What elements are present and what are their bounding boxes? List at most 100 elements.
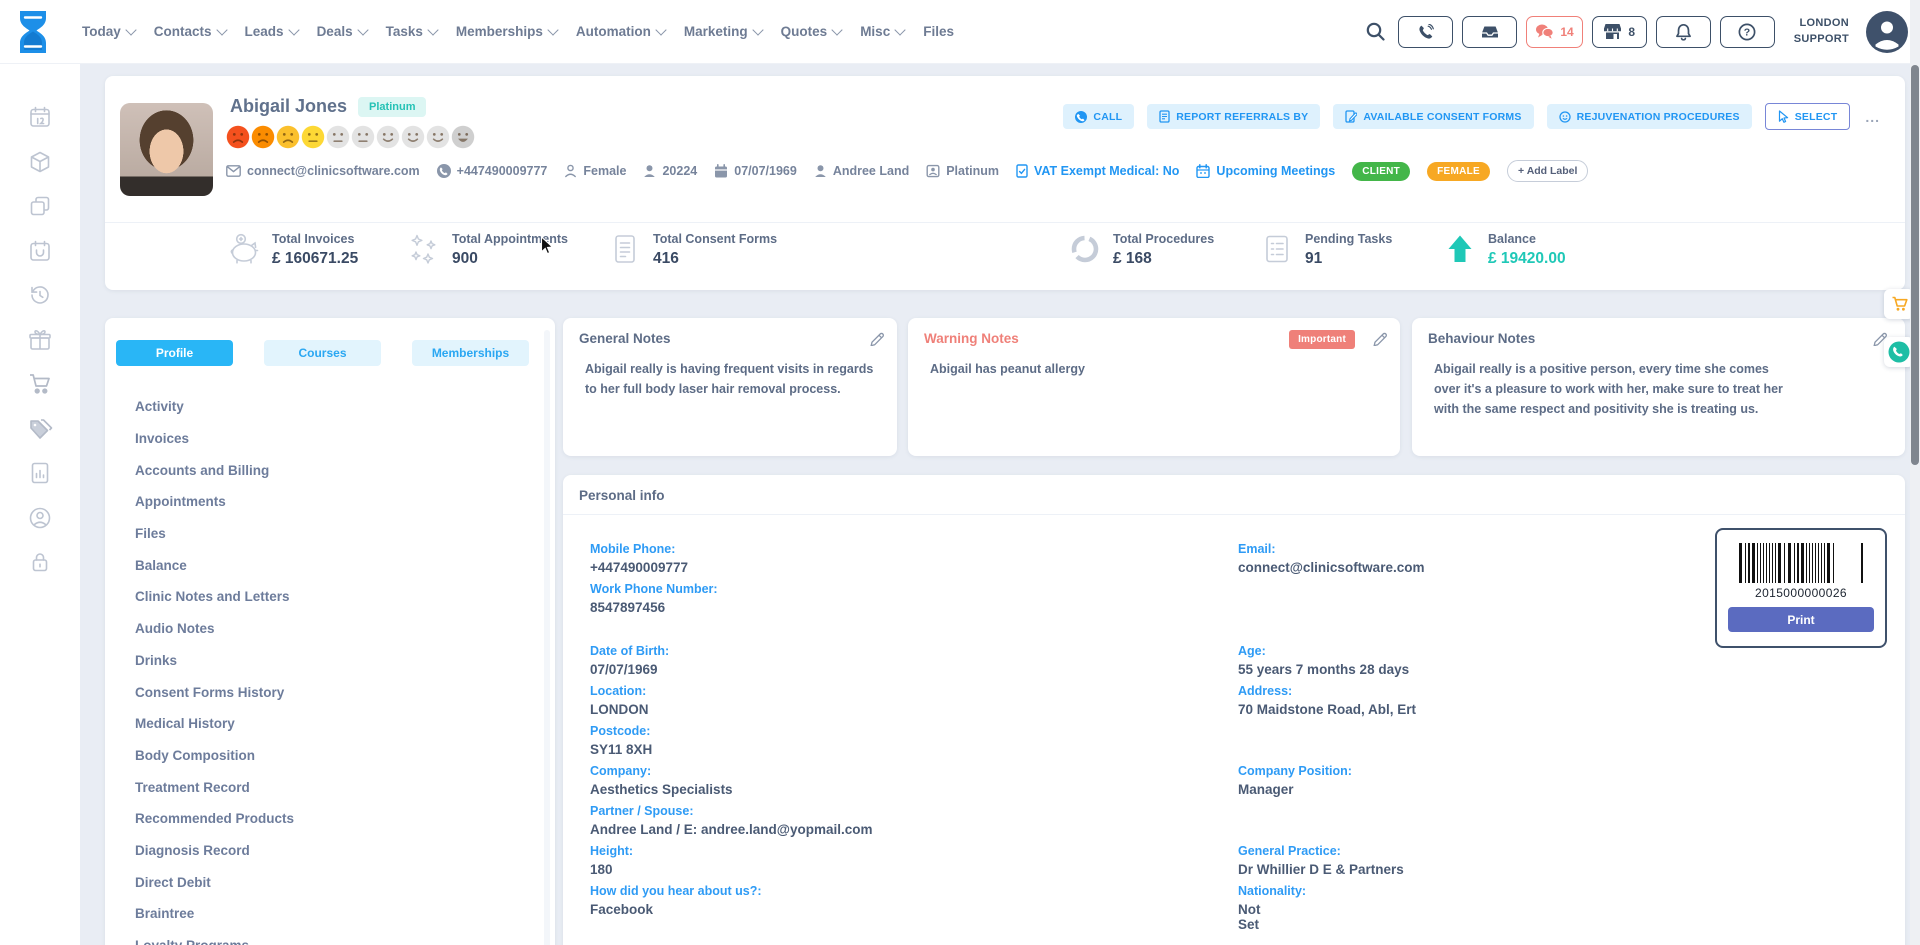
chevron-down-icon <box>288 24 299 35</box>
menu-item-drinks[interactable]: Drinks <box>105 645 555 677</box>
mood-face-icon[interactable] <box>451 125 475 149</box>
client-email[interactable]: connect@clinicsoftware.com <box>226 164 420 178</box>
behaviour-notes-card: Behaviour Notes Abigail really is a posi… <box>1412 318 1905 456</box>
select-button[interactable]: SELECT <box>1765 103 1851 130</box>
menu-item-balance[interactable]: Balance <box>105 549 555 581</box>
menu-item-diagnosis-record[interactable]: Diagnosis Record <box>105 835 555 867</box>
stat-total-consent-forms: Total Consent Forms416 <box>608 232 777 268</box>
rail-booking-icon[interactable] <box>0 229 80 274</box>
panel-scrollbar[interactable] <box>544 330 550 945</box>
person-icon <box>814 164 827 178</box>
menu-contacts[interactable]: Contacts <box>154 24 226 39</box>
rail-cart-icon[interactable] <box>0 362 80 407</box>
client-actions: CALL REPORT REFERRALS BY AVAILABLE CONSE… <box>1063 103 1880 130</box>
rail-lock-icon[interactable] <box>0 540 80 585</box>
menu-marketing[interactable]: Marketing <box>684 24 762 39</box>
rail-gift-icon[interactable] <box>0 318 80 363</box>
call-button[interactable]: CALL <box>1063 104 1134 129</box>
client-partner[interactable]: Andree Land <box>814 164 909 178</box>
menu-item-body-composition[interactable]: Body Composition <box>105 740 555 772</box>
menu-item-consent-forms-history[interactable]: Consent Forms History <box>105 676 555 708</box>
menu-item-accounts-billing[interactable]: Accounts and Billing <box>105 454 555 486</box>
menu-misc[interactable]: Misc <box>860 24 904 39</box>
notifications-button[interactable] <box>1656 16 1711 48</box>
general-notes-body: Abigail really is having frequent visits… <box>585 360 881 400</box>
help-button[interactable]: ? <box>1720 16 1775 48</box>
person-outline-icon <box>564 164 577 178</box>
menu-item-direct-debit[interactable]: Direct Debit <box>105 866 555 898</box>
rail-client-icon[interactable] <box>0 496 80 541</box>
mood-face-icon[interactable] <box>276 125 300 149</box>
menu-item-treatment-record[interactable]: Treatment Record <box>105 771 555 803</box>
client-phone[interactable]: +447490009777 <box>437 164 548 178</box>
add-label-button[interactable]: + Add Label <box>1507 160 1588 182</box>
menu-automation[interactable]: Automation <box>576 24 665 39</box>
consent-forms-button[interactable]: AVAILABLE CONSENT FORMS <box>1333 104 1533 129</box>
print-button[interactable]: Print <box>1728 607 1874 632</box>
menu-item-braintree[interactable]: Braintree <box>105 898 555 930</box>
personal-info-title: Personal info <box>563 475 1905 515</box>
mood-face-icon[interactable] <box>326 125 350 149</box>
edit-pencil-icon[interactable] <box>1372 330 1387 346</box>
tier-badge: Platinum <box>358 97 426 117</box>
vat-exempt-link[interactable]: VAT Exempt Medical: No <box>1016 164 1179 178</box>
menu-item-clinic-notes[interactable]: Clinic Notes and Letters <box>105 581 555 613</box>
menu-quotes[interactable]: Quotes <box>781 24 842 39</box>
barcode-number: 2015000000026 <box>1755 586 1847 600</box>
rail-report-icon[interactable] <box>0 451 80 496</box>
sparkles-icon <box>407 232 441 266</box>
field-value: 180 <box>590 862 1238 877</box>
menu-item-recommended-products[interactable]: Recommended Products <box>105 803 555 835</box>
search-icon[interactable] <box>1366 22 1385 41</box>
client-dob: 07/07/1969 <box>714 164 797 178</box>
mood-face-icon[interactable] <box>351 125 375 149</box>
mood-face-icon[interactable] <box>426 125 450 149</box>
rail-history-icon[interactable] <box>0 273 80 318</box>
menu-item-invoices[interactable]: Invoices <box>105 423 555 455</box>
menu-memberships[interactable]: Memberships <box>456 24 557 39</box>
user-avatar[interactable] <box>1866 11 1908 53</box>
menu-item-loyalty-programs[interactable]: Loyalty Programs <box>105 930 555 945</box>
menu-item-appointments[interactable]: Appointments <box>105 486 555 518</box>
rail-package-icon[interactable] <box>0 140 80 185</box>
menu-files[interactable]: Files <box>923 24 954 39</box>
rail-copy-icon[interactable] <box>0 184 80 229</box>
upcoming-meetings-link[interactable]: Upcoming Meetings <box>1196 164 1335 178</box>
page-scrollbar-thumb[interactable] <box>1911 65 1919 465</box>
store-button[interactable]: 8 <box>1592 16 1647 48</box>
tab-memberships[interactable]: Memberships <box>412 340 529 366</box>
menu-today[interactable]: Today <box>82 24 135 39</box>
dialer-button[interactable] <box>1398 16 1453 48</box>
more-options-button[interactable]: ... <box>1865 109 1880 125</box>
menu-item-medical-history[interactable]: Medical History <box>105 708 555 740</box>
svg-text:?: ? <box>1744 26 1750 38</box>
inbox-button[interactable] <box>1462 16 1517 48</box>
client-photo[interactable] <box>120 103 213 196</box>
tab-courses[interactable]: Courses <box>264 340 381 366</box>
client-tier-item: Platinum <box>926 164 999 178</box>
mood-face-icon[interactable] <box>226 125 250 149</box>
menu-item-activity[interactable]: Activity <box>105 391 555 423</box>
rail-calendar-icon[interactable] <box>0 95 80 140</box>
report-referrals-button[interactable]: REPORT REFERRALS BY <box>1147 104 1320 129</box>
location-indicator: LONDON SUPPORT <box>1794 16 1849 47</box>
pi-row: Location:LONDON Address:70 Maidstone Roa… <box>590 684 1905 717</box>
rail-tags-icon[interactable] <box>0 407 80 452</box>
menu-leads[interactable]: Leads <box>245 24 298 39</box>
rejuvenation-button[interactable]: REJUVENATION PROCEDURES <box>1547 104 1752 129</box>
chat-button[interactable]: 14 <box>1526 16 1582 48</box>
menu-tasks[interactable]: Tasks <box>386 24 437 39</box>
mood-face-icon[interactable] <box>251 125 275 149</box>
tab-profile[interactable]: Profile <box>116 340 233 366</box>
edit-pencil-icon[interactable] <box>869 330 884 346</box>
mood-face-icon[interactable] <box>401 125 425 149</box>
important-badge: Important <box>1289 330 1355 349</box>
mood-face-icon[interactable] <box>301 125 325 149</box>
menu-item-files[interactable]: Files <box>105 518 555 550</box>
phone-icon <box>1418 24 1434 40</box>
app-logo-icon[interactable] <box>18 10 48 54</box>
menu-deals[interactable]: Deals <box>317 24 367 39</box>
menu-item-audio-notes[interactable]: Audio Notes <box>105 613 555 645</box>
mood-face-icon[interactable] <box>376 125 400 149</box>
field-label: Partner / Spouse: <box>590 804 1238 818</box>
